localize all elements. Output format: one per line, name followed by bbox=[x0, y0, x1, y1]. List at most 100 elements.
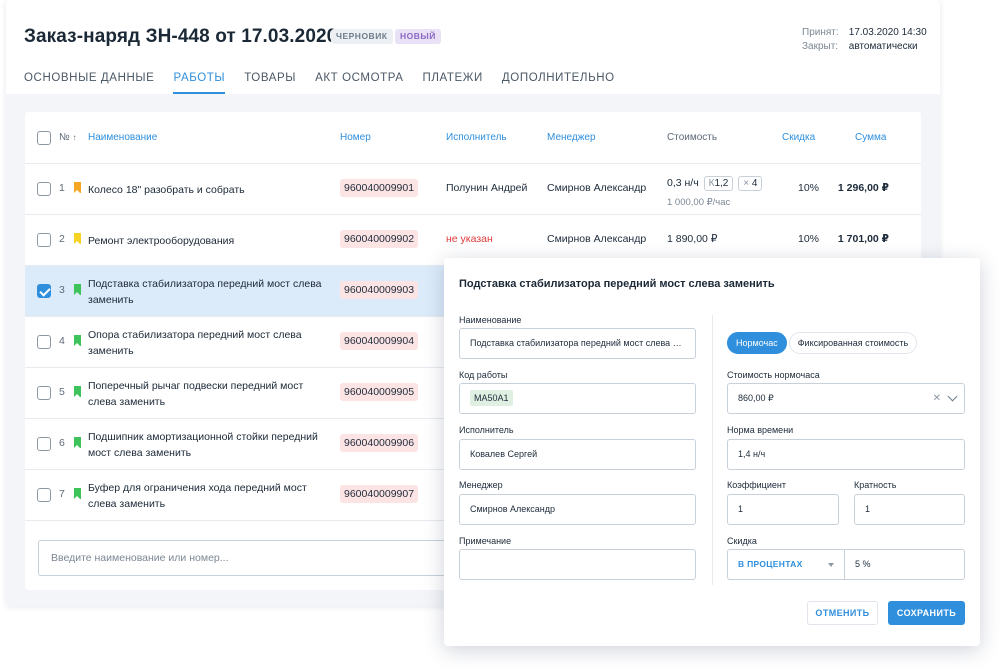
row-executor: не указан bbox=[446, 233, 493, 245]
row-code: 960040009901 bbox=[340, 179, 419, 197]
column-executor[interactable]: Исполнитель bbox=[446, 132, 507, 143]
row-manager: Смирнов Александр bbox=[547, 182, 647, 194]
row-checkbox[interactable] bbox=[37, 182, 51, 196]
tab-payments[interactable]: ПЛАТЕЖИ bbox=[423, 72, 483, 94]
bookmark-icon bbox=[74, 284, 81, 295]
row-checkbox[interactable] bbox=[37, 488, 51, 502]
hour-cost-label: Стоимость нормочаса bbox=[727, 370, 820, 380]
row-name: Подставка стабилизатора передний мост сл… bbox=[88, 278, 322, 306]
row-checkbox[interactable] bbox=[37, 233, 51, 247]
row-manager: Смирнов Александр bbox=[547, 233, 647, 245]
row-hour-rate: 1 000,00 ₽/час bbox=[667, 197, 731, 208]
column-sum[interactable]: Сумма bbox=[855, 132, 886, 143]
row-number: 7 bbox=[59, 488, 65, 500]
multiplicity-prefix: × bbox=[743, 178, 750, 189]
tab-additional[interactable]: ДОПОЛНИТЕЛЬНО bbox=[502, 72, 615, 94]
executor-field[interactable]: Ковалев Сергей bbox=[459, 439, 696, 470]
multiplicity-field[interactable]: 1 bbox=[854, 494, 965, 525]
row-checkbox[interactable] bbox=[37, 386, 51, 400]
discount-type-select[interactable]: В ПРОЦЕНТАХ bbox=[727, 549, 844, 580]
manager-field[interactable]: Смирнов Александр bbox=[459, 494, 696, 525]
select-controls: ✕ bbox=[933, 384, 958, 413]
row-checkbox[interactable] bbox=[37, 335, 51, 349]
discount-value-field[interactable]: 5 % bbox=[844, 549, 965, 580]
closed-value: автоматически bbox=[848, 41, 918, 52]
row-code: 960040009904 bbox=[340, 332, 419, 350]
edit-work-dialog: Подставка стабилизатора передний мост сл… bbox=[444, 258, 980, 646]
status-badge-draft: ЧЕРНОВИК bbox=[331, 29, 393, 44]
status-badge-new: НОВЫЙ bbox=[395, 29, 441, 44]
closed-meta: Закрыт: автоматически bbox=[802, 41, 918, 52]
multiplicity-value: 4 bbox=[751, 178, 758, 189]
row-name: Опора стабилизатора передний мост слева … bbox=[88, 329, 302, 357]
page-header: Заказ-наряд ЗН-448 от 17.03.2020 ЧЕРНОВИ… bbox=[6, 0, 940, 94]
row-code: 960040009903 bbox=[340, 281, 419, 299]
tab-inspection-act[interactable]: АКТ ОСМОТРА bbox=[315, 72, 403, 94]
executor-label: Исполнитель bbox=[459, 425, 514, 435]
discount-label: Скидка bbox=[727, 536, 757, 546]
name-field[interactable]: Подставка стабилизатора передний мост сл… bbox=[459, 328, 696, 359]
row-discount: 10% bbox=[798, 182, 820, 194]
note-label: Примечание bbox=[459, 536, 512, 546]
tab-main-data[interactable]: ОСНОВНЫЕ ДАННЫЕ bbox=[24, 72, 154, 94]
row-code: 960040009905 bbox=[340, 383, 419, 401]
page-title: Заказ-наряд ЗН-448 от 17.03.2020 bbox=[24, 26, 338, 47]
coefficient-pill: К1,2 bbox=[703, 176, 734, 191]
note-field[interactable] bbox=[459, 549, 696, 580]
column-discount[interactable]: Скидка bbox=[782, 132, 815, 143]
row-cost-value: 0,3 н/ч bbox=[667, 177, 699, 189]
table-header: № ↑ Наименование Номер Исполнитель Менед… bbox=[25, 112, 921, 164]
discount-type-value: В ПРОЦЕНТАХ bbox=[738, 559, 803, 569]
bookmark-icon bbox=[74, 182, 81, 193]
row-number: 1 bbox=[59, 182, 65, 194]
sort-arrow-icon: ↑ bbox=[72, 133, 77, 142]
row-checkbox[interactable] bbox=[37, 437, 51, 451]
row-discount: 10% bbox=[798, 233, 820, 245]
column-cost[interactable]: Стоимость bbox=[667, 132, 717, 143]
toggle-norm-hour[interactable]: Нормочас bbox=[727, 332, 787, 354]
add-work-input[interactable] bbox=[39, 541, 457, 575]
row-name: Ремонт электрооборудования bbox=[88, 235, 235, 247]
add-work-search bbox=[38, 540, 458, 576]
bookmark-icon bbox=[74, 437, 81, 448]
row-name: Подшипник амортизационной стойки передни… bbox=[88, 431, 318, 459]
bookmark-icon bbox=[74, 386, 81, 397]
row-checkbox[interactable] bbox=[37, 284, 51, 298]
row-name: Колесо 18" разобрать и собрать bbox=[88, 184, 245, 196]
table-row[interactable]: 1 Колесо 18" разобрать и собрать 9600400… bbox=[25, 164, 921, 215]
clear-icon[interactable]: ✕ bbox=[933, 384, 941, 413]
name-label: Наименование bbox=[459, 315, 522, 325]
column-num[interactable]: № ↑ bbox=[59, 132, 77, 143]
work-code-chip: MA50A1 bbox=[470, 390, 513, 406]
multiplicity-label: Кратность bbox=[854, 480, 897, 490]
select-all-checkbox[interactable] bbox=[37, 131, 51, 145]
norm-time-label: Норма времени bbox=[727, 425, 794, 435]
chevron-down-icon[interactable] bbox=[947, 391, 958, 402]
tab-works[interactable]: РАБОТЫ bbox=[173, 72, 226, 94]
closed-label: Закрыт: bbox=[802, 41, 839, 52]
cancel-button[interactable]: ОТМЕНИТЬ bbox=[807, 601, 878, 625]
row-name: Поперечный рычаг подвески передний мост … bbox=[88, 380, 304, 408]
hour-cost-value: 860,00 ₽ bbox=[738, 393, 774, 403]
norm-time-field[interactable]: 1,4 н/ч bbox=[727, 439, 965, 470]
row-number: 4 bbox=[59, 335, 65, 347]
pricing-mode-toggle: Нормочас Фиксированная стоимость bbox=[727, 332, 918, 354]
dialog-divider bbox=[712, 315, 713, 585]
column-manager[interactable]: Менеджер bbox=[547, 132, 596, 143]
work-code-field[interactable]: MA50A1 bbox=[459, 383, 696, 414]
column-name[interactable]: Наименование bbox=[88, 132, 157, 143]
manager-label: Менеджер bbox=[459, 480, 503, 490]
save-button[interactable]: СОХРАНИТЬ bbox=[888, 601, 965, 625]
row-executor: Полунин Андрей bbox=[446, 182, 528, 194]
row-sum: 1 296,00 ₽ bbox=[837, 182, 889, 194]
column-code[interactable]: Номер bbox=[340, 132, 371, 143]
toggle-fixed-cost[interactable]: Фиксированная стоимость bbox=[788, 332, 918, 354]
coefficient-field[interactable]: 1 bbox=[727, 494, 839, 525]
hour-cost-select[interactable]: 860,00 ₽ ✕ bbox=[727, 383, 965, 414]
multiplicity-pill: × 4 bbox=[738, 176, 763, 191]
tab-goods[interactable]: ТОВАРЫ bbox=[244, 72, 296, 94]
caret-down-icon bbox=[828, 563, 834, 567]
row-number: 5 bbox=[59, 386, 65, 398]
row-code: 960040009906 bbox=[340, 434, 419, 452]
dialog-title: Подставка стабилизатора передний мост сл… bbox=[459, 278, 775, 290]
